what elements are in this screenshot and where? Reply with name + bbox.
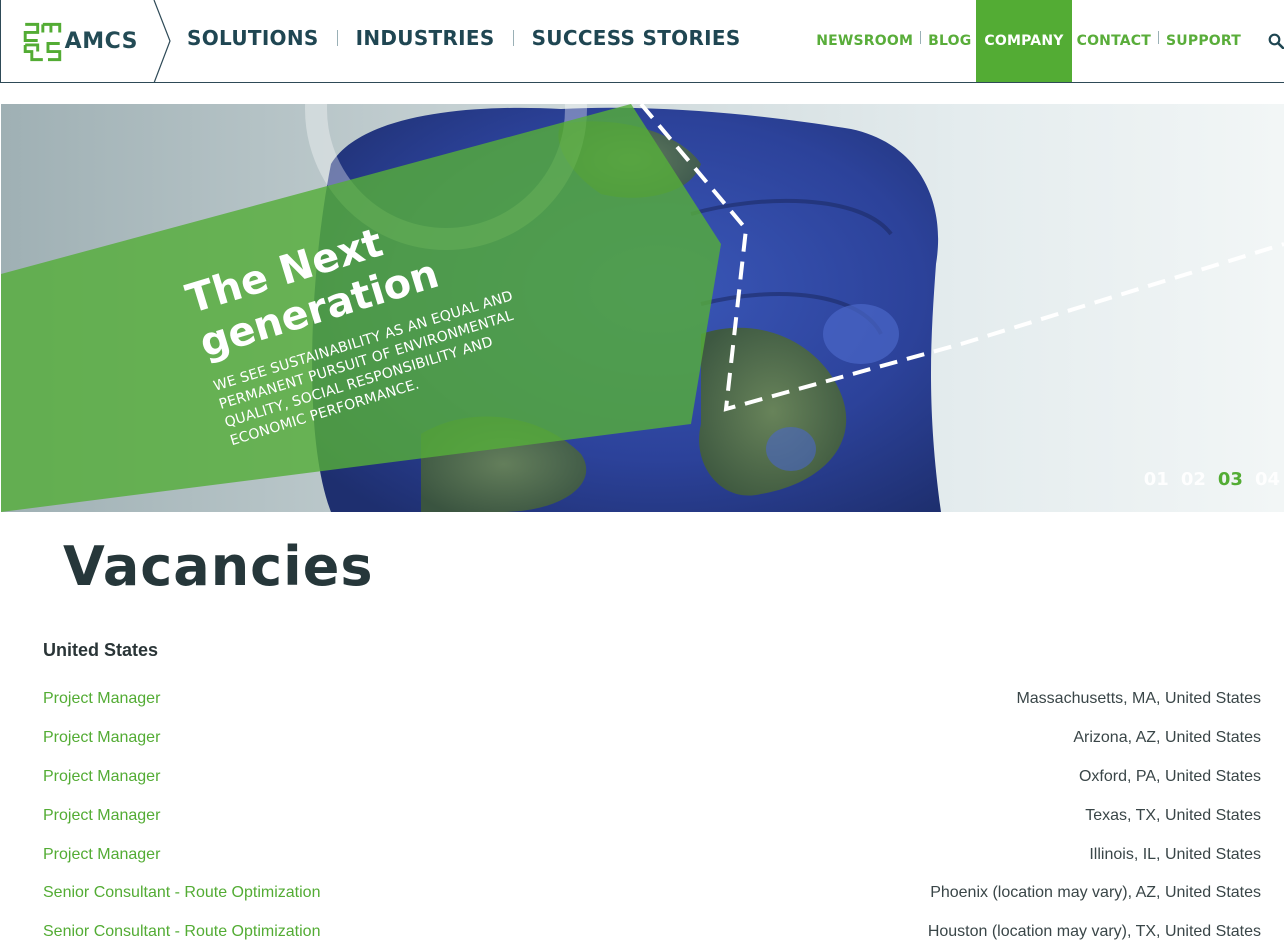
nav-company[interactable]: COMPANY — [976, 0, 1072, 82]
hero-banner: The Next generation WE SEE SUSTAINABILIT… — [1, 104, 1284, 512]
nav-separator — [1158, 30, 1160, 44]
nav-success-stories[interactable]: SUCCESS STORIES — [532, 26, 741, 50]
vacancy-list: Project Manager Massachusetts, MA, Unite… — [43, 680, 1261, 944]
site-header: AMCS SOLUTIONS INDUSTRIES SUCCESS STORIE… — [0, 0, 1284, 83]
nav-solutions[interactable]: SOLUTIONS — [187, 26, 319, 50]
nav-support[interactable]: SUPPORT — [1166, 33, 1241, 49]
job-title-link[interactable]: Project Manager — [43, 690, 160, 708]
job-location: Arizona, AZ, United States — [1073, 729, 1261, 747]
slide-pager: 01 02 03 04 — [1144, 469, 1280, 490]
job-location: Texas, TX, United States — [1085, 806, 1261, 824]
list-item: Project Manager Arizona, AZ, United Stat… — [43, 719, 1261, 758]
job-location: Oxford, PA, United States — [1078, 767, 1261, 785]
job-title-link[interactable]: Project Manager — [43, 846, 160, 864]
job-title-link[interactable]: Senior Consultant - Route Optimization — [43, 923, 320, 941]
list-item: Project Manager Texas, TX, United States — [43, 796, 1261, 835]
slide-01[interactable]: 01 — [1144, 469, 1169, 490]
list-item: Project Manager Oxford, PA, United State… — [43, 758, 1261, 797]
nav-separator — [920, 30, 922, 44]
page-title: Vacancies — [63, 535, 374, 598]
nav-contact[interactable]: CONTACT — [1077, 33, 1151, 49]
job-title-link[interactable]: Senior Consultant - Route Optimization — [43, 884, 320, 902]
job-location: Phoenix (location may vary), AZ, United … — [930, 884, 1261, 902]
amcs-logo[interactable]: AMCS — [23, 14, 138, 69]
amcs-logo-icon — [23, 22, 62, 61]
slide-02[interactable]: 02 — [1181, 469, 1206, 490]
nav-newsroom[interactable]: NEWSROOM — [816, 33, 913, 49]
region-heading: United States — [43, 640, 159, 660]
job-title-link[interactable]: Project Manager — [43, 729, 160, 747]
list-item: Project Manager Massachusetts, MA, Unite… — [43, 680, 1261, 719]
job-title-link[interactable]: Project Manager — [43, 807, 160, 825]
list-item: Project Manager Illinois, IL, United Sta… — [43, 835, 1261, 874]
search-icon[interactable] — [1268, 33, 1284, 49]
nav-separator — [336, 30, 338, 46]
job-title-link[interactable]: Project Manager — [43, 768, 160, 786]
list-item: Senior Consultant - Route Optimization P… — [43, 874, 1261, 913]
job-location: Houston (location may vary), TX, United … — [927, 923, 1261, 941]
secondary-nav: NEWSROOM BLOG COMPANY CONTACT SUPPORT — [816, 0, 1284, 82]
nav-divider-chevron — [153, 0, 171, 83]
nav-blog[interactable]: BLOG — [928, 33, 971, 49]
list-item: Senior Consultant - Route Optimization H… — [43, 913, 1261, 944]
logo-text: AMCS — [64, 29, 138, 54]
main-nav: SOLUTIONS INDUSTRIES SUCCESS STORIES — [187, 26, 741, 50]
slide-04[interactable]: 04 — [1255, 469, 1280, 490]
slide-03[interactable]: 03 — [1218, 469, 1243, 490]
job-location: Illinois, IL, United States — [1089, 845, 1261, 863]
nav-separator — [512, 30, 514, 46]
nav-industries[interactable]: INDUSTRIES — [356, 26, 495, 50]
job-location: Massachusetts, MA, United States — [1016, 690, 1261, 708]
